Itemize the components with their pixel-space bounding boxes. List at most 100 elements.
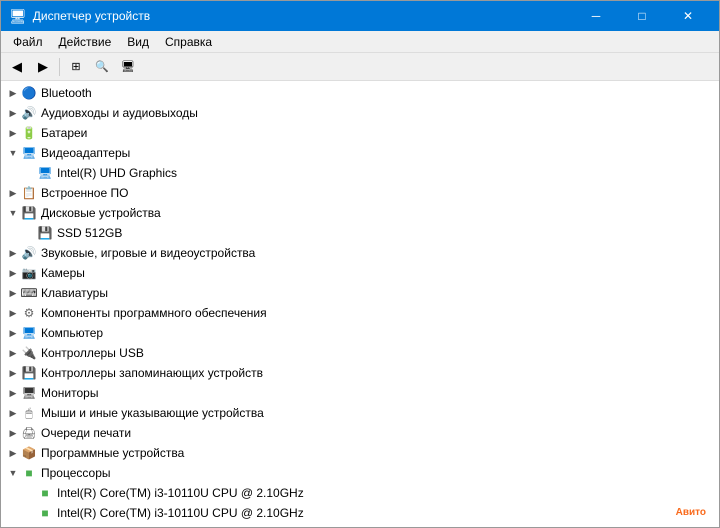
audio-label: Аудиовходы и аудиовыходы (41, 106, 198, 120)
bluetooth-icon: 🔵 (21, 85, 37, 101)
tree-item-mouse[interactable]: ▶ 🖱 Мыши и иные указывающие устройства (1, 403, 719, 423)
tree-item-disk[interactable]: ▼ 💾 Дисковые устройства (1, 203, 719, 223)
battery-icon: 🔋 (21, 125, 37, 141)
title-bar-controls: ─ □ ✕ (573, 1, 711, 31)
tree-item-sound[interactable]: ▶ 🔊 Звуковые, игровые и видеоустройства (1, 243, 719, 263)
storage-icon: 💾 (21, 365, 37, 381)
tree-item-keyboard[interactable]: ▶ ⌨ Клавиатуры (1, 283, 719, 303)
audio-icon: 🔊 (21, 105, 37, 121)
menu-action[interactable]: Действие (51, 33, 120, 51)
no-expand-proc2 (21, 505, 37, 521)
title-bar: 🖥 Диспетчер устройств ─ □ ✕ (1, 1, 719, 31)
avito-watermark: Авито (670, 505, 712, 520)
window-icon: 🖥 (9, 8, 27, 25)
embedded-label: Встроенное ПО (41, 186, 128, 200)
storage-label: Контроллеры запоминающих устройств (41, 366, 263, 380)
keyboard-label: Клавиатуры (41, 286, 108, 300)
device-manager-window: 🖥 Диспетчер устройств ─ □ ✕ Файл Действи… (0, 0, 720, 528)
ssd-label: SSD 512GB (57, 226, 122, 240)
expand-camera[interactable]: ▶ (5, 265, 21, 281)
expand-sound[interactable]: ▶ (5, 245, 21, 261)
tree-item-audio[interactable]: ▶ 🔊 Аудиовходы и аудиовыходы (1, 103, 719, 123)
processor-label: Процессоры (41, 466, 111, 480)
disk-label: Дисковые устройства (41, 206, 161, 220)
processor-icon: ■ (21, 465, 37, 481)
intel-graphics-label: Intel(R) UHD Graphics (57, 166, 177, 180)
no-expand-ssd (21, 225, 37, 241)
disk-icon: 💾 (21, 205, 37, 221)
window-title: Диспетчер устройств (33, 9, 150, 23)
expand-processor[interactable]: ▼ (5, 465, 21, 481)
computer-label: Компьютер (41, 326, 103, 340)
tree-item-monitor[interactable]: ▶ 🖥 Мониторы (1, 383, 719, 403)
tree-item-display[interactable]: ▼ 🖥 Видеоадаптеры (1, 143, 719, 163)
component-label: Компоненты программного обеспечения (41, 306, 267, 320)
menu-help[interactable]: Справка (157, 33, 220, 51)
display-icon: 🖥 (21, 145, 37, 161)
expand-keyboard[interactable]: ▶ (5, 285, 21, 301)
tree-item-computer[interactable]: ▶ 🖥 Компьютер (1, 323, 719, 343)
tree-item-bluetooth[interactable]: ▶ 🔵 Bluetooth (1, 83, 719, 103)
device-tree[interactable]: ▶ 🔵 Bluetooth ▶ 🔊 Аудиовходы и аудиовыхо… (1, 81, 719, 527)
minimize-button[interactable]: ─ (573, 1, 619, 31)
proc2-label: Intel(R) Core(TM) i3-10110U CPU @ 2.10GH… (57, 506, 304, 520)
tree-item-battery[interactable]: ▶ 🔋 Батареи (1, 123, 719, 143)
tree-item-intel-graphics[interactable]: 🖥 Intel(R) UHD Graphics (1, 163, 719, 183)
menu-view[interactable]: Вид (119, 33, 157, 51)
tree-item-ssd[interactable]: 💾 SSD 512GB (1, 223, 719, 243)
tree-item-processor[interactable]: ▼ ■ Процессоры (1, 463, 719, 483)
expand-embedded[interactable]: ▶ (5, 185, 21, 201)
camera-label: Камеры (41, 266, 85, 280)
expand-disk[interactable]: ▼ (5, 205, 21, 221)
monitor-icon: 🖥 (21, 385, 37, 401)
toolbar-properties-button[interactable]: ⊞ (64, 56, 88, 78)
expand-bluetooth[interactable]: ▶ (5, 85, 21, 101)
expand-usb[interactable]: ▶ (5, 345, 21, 361)
expand-storage[interactable]: ▶ (5, 365, 21, 381)
tree-item-usb[interactable]: ▶ 🔌 Контроллеры USB (1, 343, 719, 363)
menu-file[interactable]: Файл (5, 33, 51, 51)
expand-mouse[interactable]: ▶ (5, 405, 21, 421)
software-icon: 📦 (21, 445, 37, 461)
close-button[interactable]: ✕ (665, 1, 711, 31)
title-bar-left: 🖥 Диспетчер устройств (9, 8, 150, 25)
expand-display[interactable]: ▼ (5, 145, 21, 161)
computer-icon: 🖥 (21, 325, 37, 341)
expand-monitor[interactable]: ▶ (5, 385, 21, 401)
sound-label: Звуковые, игровые и видеоустройства (41, 246, 255, 260)
expand-battery[interactable]: ▶ (5, 125, 21, 141)
toolbar-display-button[interactable]: 🖥 (116, 56, 140, 78)
tree-item-component[interactable]: ▶ ⚙ Компоненты программного обеспечения (1, 303, 719, 323)
print-icon: 🖨 (21, 425, 37, 441)
toolbar-forward-button[interactable]: ▶ (31, 56, 55, 78)
keyboard-icon: ⌨ (21, 285, 37, 301)
tree-item-embedded[interactable]: ▶ 📋 Встроенное ПО (1, 183, 719, 203)
tree-item-proc-3[interactable]: ■ Intel(R) Core(TM) i3-10110U CPU @ 2.10… (1, 523, 719, 527)
no-expand-graphics (21, 165, 37, 181)
no-expand-proc3 (21, 525, 37, 527)
expand-software[interactable]: ▶ (5, 445, 21, 461)
expand-component[interactable]: ▶ (5, 305, 21, 321)
expand-computer[interactable]: ▶ (5, 325, 21, 341)
usb-icon: 🔌 (21, 345, 37, 361)
graphics-icon: 🖥 (37, 165, 53, 181)
no-expand-proc1 (21, 485, 37, 501)
proc1-label: Intel(R) Core(TM) i3-10110U CPU @ 2.10GH… (57, 486, 304, 500)
maximize-button[interactable]: □ (619, 1, 665, 31)
expand-audio[interactable]: ▶ (5, 105, 21, 121)
mouse-icon: 🖱 (21, 405, 37, 421)
toolbar-scan-button[interactable]: 🔍 (90, 56, 114, 78)
proc2-icon: ■ (37, 505, 53, 521)
proc1-icon: ■ (37, 485, 53, 501)
toolbar-back-button[interactable]: ◀ (5, 56, 29, 78)
tree-item-camera[interactable]: ▶ 📷 Камеры (1, 263, 719, 283)
tree-item-software[interactable]: ▶ 📦 Программные устройства (1, 443, 719, 463)
expand-print[interactable]: ▶ (5, 425, 21, 441)
tree-item-print[interactable]: ▶ 🖨 Очереди печати (1, 423, 719, 443)
tree-item-proc-1[interactable]: ■ Intel(R) Core(TM) i3-10110U CPU @ 2.10… (1, 483, 719, 503)
tree-item-storage[interactable]: ▶ 💾 Контроллеры запоминающих устройств (1, 363, 719, 383)
content-area: ▶ 🔵 Bluetooth ▶ 🔊 Аудиовходы и аудиовыхо… (1, 81, 719, 527)
tree-item-proc-2[interactable]: ■ Intel(R) Core(TM) i3-10110U CPU @ 2.10… (1, 503, 719, 523)
toolbar: ◀ ▶ ⊞ 🔍 🖥 (1, 53, 719, 81)
bluetooth-label: Bluetooth (41, 86, 92, 100)
